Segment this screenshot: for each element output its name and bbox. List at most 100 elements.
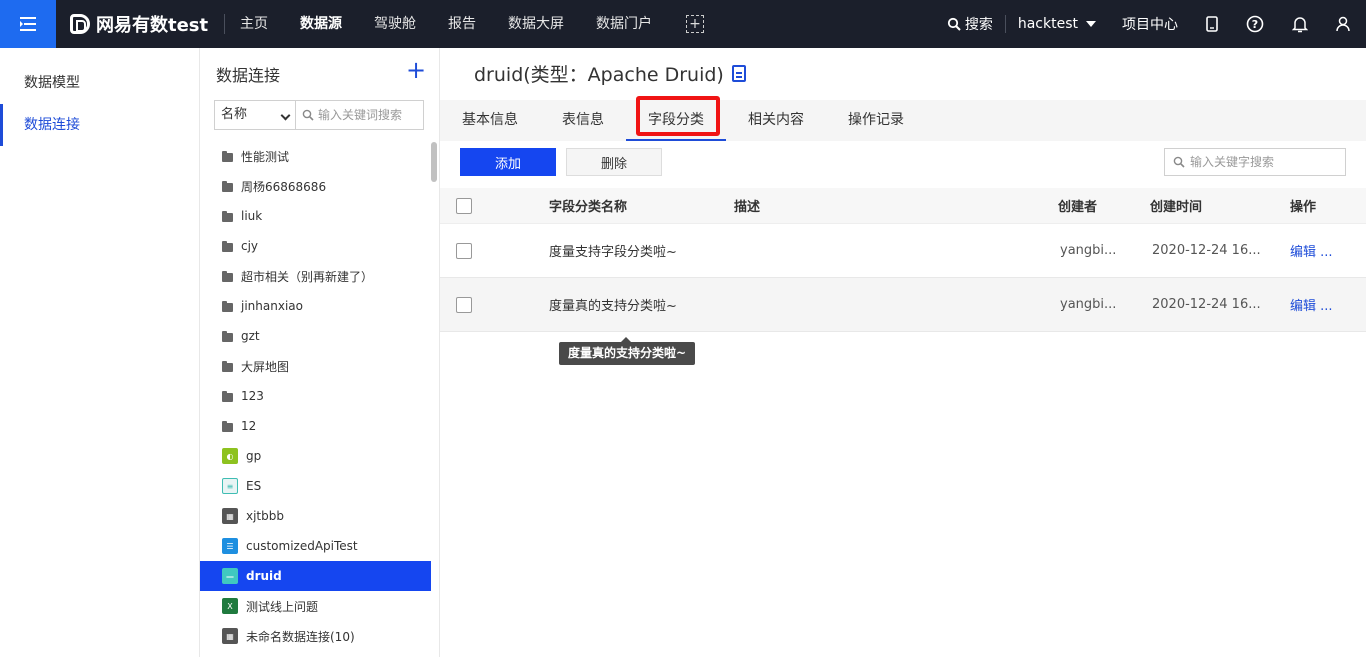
add-connection-icon[interactable]: + xyxy=(406,58,426,82)
delete-button[interactable]: 删除 xyxy=(566,148,662,176)
profile-button[interactable] xyxy=(1322,0,1366,48)
row-checkbox[interactable] xyxy=(456,296,472,313)
search-label: 搜索 xyxy=(964,17,993,33)
folder-icon xyxy=(222,180,233,192)
add-button[interactable]: 添加 xyxy=(460,148,556,176)
field-search[interactable] xyxy=(1164,148,1346,176)
connection-panel: 数据连接 + 名称 性能测试 周杨66868686 liuk cjy 超市相关（… xyxy=(200,48,440,657)
tree-folder[interactable]: 123 xyxy=(200,381,431,411)
tree-folder[interactable]: 周杨66868686 xyxy=(200,171,431,201)
header-desc: 描述 xyxy=(734,200,761,215)
menu-toggle-button[interactable] xyxy=(0,0,56,48)
sidebar-item-data-model[interactable]: 数据模型 xyxy=(0,62,199,104)
folder-icon xyxy=(222,270,233,282)
search-button[interactable]: 搜索 xyxy=(935,0,1005,48)
nav-cockpit[interactable]: 驾驶舱 xyxy=(358,0,432,48)
tab-operation-log[interactable]: 操作记录 xyxy=(826,100,926,141)
tree-item-label: ES xyxy=(246,479,262,493)
tree-folder[interactable]: 性能测试 xyxy=(200,141,431,171)
tree-connection[interactable]: ▦ xjtbbb xyxy=(200,501,431,531)
folder-icon xyxy=(222,210,233,222)
document-icon[interactable] xyxy=(731,65,746,82)
tree-folder[interactable]: jinhanxiao xyxy=(200,291,431,321)
tree-item-label: jinhanxiao xyxy=(241,299,303,313)
folder-icon xyxy=(222,360,233,372)
tree-item-label: gzt xyxy=(241,329,260,343)
tree-connection[interactable]: ◐ gp xyxy=(200,441,431,471)
tree-item-label: cjy xyxy=(241,239,259,253)
tab-related-content[interactable]: 相关内容 xyxy=(726,100,826,141)
filter-select[interactable]: 名称 xyxy=(214,100,296,130)
tree-connection[interactable]: X 测试线上问题 xyxy=(200,591,431,621)
connection-search[interactable] xyxy=(296,100,424,130)
sidebar-item-data-connection[interactable]: 数据连接 xyxy=(0,104,199,146)
connection-search-input[interactable] xyxy=(318,108,418,122)
main-nav: 主页 数据源 驾驶舱 报告 数据大屏 数据门户 + xyxy=(224,0,704,48)
header-time: 创建时间 xyxy=(1150,200,1203,215)
tab-basic-info[interactable]: 基本信息 xyxy=(440,100,540,141)
tree-connection[interactable]: ▦ 未命名数据连接(10) xyxy=(200,621,431,651)
folder-icon xyxy=(222,300,233,312)
nav-home[interactable]: 主页 xyxy=(224,0,284,48)
header-name: 字段分类名称 xyxy=(549,200,628,215)
notification-button[interactable] xyxy=(1278,0,1322,48)
tree-connection[interactable]: ☰ customizedApiTest xyxy=(200,531,431,561)
mobile-button[interactable] xyxy=(1192,0,1232,48)
cell-creator: yangbi... xyxy=(1060,297,1117,312)
edit-link[interactable]: 编辑 ... xyxy=(1290,241,1333,260)
tree-item-label: 周杨66868686 xyxy=(241,179,327,194)
tree-folder[interactable]: cjy xyxy=(200,231,431,261)
tree-folder[interactable]: 超市相关（别再新建了） xyxy=(200,261,431,291)
tree-item-label: 大屏地图 xyxy=(241,359,290,374)
help-button[interactable]: ? xyxy=(1232,0,1278,48)
nav-big-screen[interactable]: 数据大屏 xyxy=(492,0,580,48)
tree-item-label: 12 xyxy=(241,419,257,433)
add-tab-icon[interactable]: + xyxy=(686,15,704,33)
tree-connection[interactable]: ≡ ES xyxy=(200,471,431,501)
excel-icon: X xyxy=(222,598,238,614)
tree-item-label: 123 xyxy=(241,389,264,403)
help-icon: ? xyxy=(1246,15,1264,33)
chevron-down-icon xyxy=(1086,21,1096,27)
tree-connection-selected[interactable]: — druid xyxy=(200,561,431,591)
page-title: druid(类型：Apache Druid) xyxy=(474,60,746,87)
greenplum-icon: ◐ xyxy=(222,448,238,464)
top-navbar: 网易有数test 主页 数据源 驾驶舱 报告 数据大屏 数据门户 + 搜索 ha… xyxy=(0,0,1366,48)
tree-item-label: 未命名数据连接(10) xyxy=(246,629,355,644)
field-search-input[interactable] xyxy=(1190,155,1340,169)
select-all-checkbox[interactable] xyxy=(456,197,472,214)
nav-datasource[interactable]: 数据源 xyxy=(284,0,358,48)
table-header: 字段分类名称 描述 创建者 创建时间 操作 xyxy=(440,188,1366,224)
nav-report[interactable]: 报告 xyxy=(432,0,492,48)
tree-item-label: druid xyxy=(246,569,282,583)
tree-item-label: xjtbbb xyxy=(246,509,284,523)
table-row[interactable]: 度量真的支持分类啦~ yangbi... 2020-12-24 16... 编辑… xyxy=(440,278,1366,332)
sidebar: 数据模型 数据连接 xyxy=(0,48,200,657)
header-creator: 创建者 xyxy=(1058,200,1098,215)
cell-name: 度量真的支持分类啦~ xyxy=(549,299,677,314)
tab-table-info[interactable]: 表信息 xyxy=(540,100,626,141)
grid-icon: ▦ xyxy=(222,628,238,644)
nav-portal[interactable]: 数据门户 xyxy=(580,0,668,48)
tree-item-label: liuk xyxy=(241,209,263,223)
tree-folder[interactable]: gzt xyxy=(200,321,431,351)
chevron-down-icon xyxy=(280,110,291,121)
logo[interactable]: 网易有数test xyxy=(70,0,208,48)
tree-folder[interactable]: 大屏地图 xyxy=(200,351,431,381)
tree-folder[interactable]: liuk xyxy=(200,201,431,231)
scrollbar[interactable] xyxy=(431,142,437,182)
connection-panel-title: 数据连接 xyxy=(216,66,281,85)
tree-folder[interactable]: 12 xyxy=(200,411,431,441)
user-icon xyxy=(1336,16,1350,32)
tab-field-category[interactable]: 字段分类 xyxy=(626,100,726,141)
menu-icon xyxy=(20,17,36,31)
row-checkbox[interactable] xyxy=(456,242,472,259)
bell-icon xyxy=(1292,17,1308,33)
folder-icon xyxy=(222,240,233,252)
user-dropdown[interactable]: hacktest xyxy=(1006,0,1108,48)
project-center-link[interactable]: 项目中心 xyxy=(1108,0,1192,48)
folder-icon xyxy=(222,420,233,432)
cell-time: 2020-12-24 16... xyxy=(1152,297,1261,312)
edit-link[interactable]: 编辑 ... xyxy=(1290,295,1333,314)
table-row[interactable]: 度量支持字段分类啦~ yangbi... 2020-12-24 16... 编辑… xyxy=(440,224,1366,278)
